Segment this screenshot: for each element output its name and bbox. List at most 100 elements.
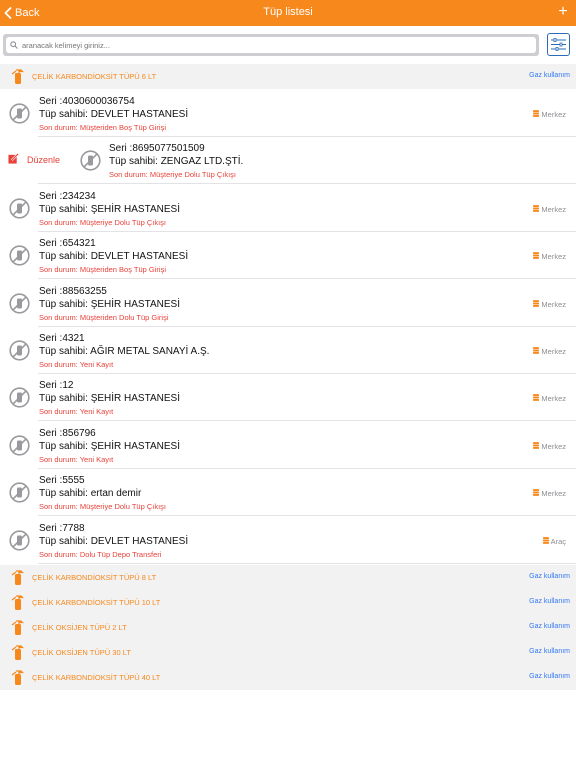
tube-owner: Tüp sahibi: ŞEHİR HASTANESİ	[39, 440, 180, 452]
tube-owner: Tüp sahibi: DEVLET HASTANESİ	[39, 251, 189, 263]
last-status: Son durum: Müşteriden Boş Tüp Girişi	[39, 123, 166, 132]
tube-owner: Tüp sahibi: ŞEHİR HASTANESİ	[39, 393, 180, 405]
cylinder-unavailable-icon	[9, 245, 30, 266]
search-icon	[10, 41, 18, 49]
location-badge: Merkez	[533, 442, 566, 451]
last-status: Son durum: Müşteriden Dolu Tüp Girişi	[39, 312, 169, 322]
gas-usage-link[interactable]: Gaz kullanım	[529, 673, 570, 680]
serial-number: Seri :7788	[39, 522, 85, 534]
location-badge: Merkez	[533, 489, 566, 498]
location-label: Merkez	[541, 252, 566, 262]
gas-usage-link[interactable]: Gaz kullanım	[529, 598, 570, 605]
tube-row[interactable]: Seri :88563255 Tüp sahibi: ŞEHİR HASTANES…	[0, 279, 576, 327]
last-status: Son durum: Müşteriye Dolu Tüp Çıkışı	[109, 170, 236, 180]
last-status: Son durum: Dolu Tüp Depo Transferi	[39, 549, 162, 559]
cylinder-unavailable-icon	[80, 150, 101, 171]
location-label: Merkez	[541, 299, 566, 309]
database-icon	[542, 536, 549, 546]
tube-row[interactable]: Seri :856796 Tüp sahibi: ŞEHİR HASTANESİ S…	[0, 421, 576, 469]
cylinder-unavailable-icon	[9, 482, 30, 503]
group-title: ÇELİK KARBONDİOKSİT TÜPÜ 8 LT	[32, 573, 157, 582]
serial-number: Seri :12	[39, 380, 74, 392]
tube-row[interactable]: Seri :12 Tüp sahibi: ŞEHİR HASTANESİ Son d…	[0, 374, 576, 422]
edit-label: Düzenle	[27, 155, 61, 166]
gas-usage-link[interactable]: Gaz kullanım	[529, 648, 570, 655]
search-bar	[0, 26, 576, 63]
database-icon	[533, 441, 540, 451]
fire-extinguisher-icon	[11, 670, 24, 685]
filter-button[interactable]	[547, 33, 570, 56]
location-label: Merkez	[541, 441, 566, 451]
tube-row[interactable]: Seri :654321 Tüp sahibi: DEVLET HASTANESİ…	[0, 232, 576, 280]
fire-extinguisher-icon	[11, 645, 24, 660]
group-header[interactable]: ÇELİK KARBONDİOKSİT TÜPÜ 10 LT Gaz kulla…	[0, 590, 576, 615]
last-status: Son durum: Müşteriye Dolu Tüp Çıkışı	[39, 217, 166, 227]
location-label: Merkez	[541, 394, 566, 404]
tube-row[interactable]: Düzenle Seri :8695077501509 Tüp sahibi: ZE…	[0, 137, 576, 185]
tube-owner: Tüp sahibi: DEVLET HASTANESİ	[39, 535, 189, 547]
navigation-bar: Back Tüp listesi +	[0, 0, 576, 26]
serial-number: Seri :5555	[39, 475, 85, 487]
fire-extinguisher-icon	[11, 620, 24, 635]
tube-owner: Tüp sahibi: ertan demir	[39, 488, 142, 500]
location-badge: Merkez	[533, 252, 566, 261]
cylinder-unavailable-icon	[9, 529, 30, 551]
page-title: Tüp listesi	[263, 6, 313, 18]
group-header[interactable]: ÇELİK OKSİJEN TÜPÜ 2 LT Gaz kullanım	[0, 615, 576, 640]
last-status: Son durum: Müşteriye Dolu Tüp Çıkışı	[39, 502, 166, 512]
gas-usage-link[interactable]: Gaz kullanım	[529, 72, 570, 79]
tube-owner: Tüp sahibi: ŞEHİR HASTANESİ	[39, 298, 180, 310]
sliders-icon	[551, 38, 566, 51]
last-status: Son durum: Yeni Kayıt	[39, 360, 114, 369]
serial-number: Seri :4030600036754	[39, 96, 135, 107]
tube-row[interactable]: Seri :234234 Tüp sahibi: ŞEHİR HASTANESİ S…	[0, 184, 576, 232]
last-status: Son durum: Müşteriden Boş Tüp Girişi	[39, 265, 166, 275]
location-badge: Merkez	[533, 394, 566, 403]
group-header[interactable]: ÇELİK KARBONDİOKSİT TÜPÜ 6 LT Gaz kullan…	[0, 64, 576, 89]
location-badge: Merkez	[533, 110, 566, 119]
gas-usage-link[interactable]: Gaz kullanım	[529, 573, 570, 580]
search-field-wrapper	[3, 34, 539, 56]
serial-number: Seri :8695077501509	[109, 143, 205, 155]
location-label: Araç	[550, 536, 566, 546]
search-input[interactable]	[22, 40, 536, 50]
location-label: Merkez	[541, 204, 566, 214]
last-status: Son durum: Yeni Kayıt	[39, 454, 114, 464]
serial-number: Seri :234234	[39, 190, 96, 202]
serial-number: Seri :654321	[39, 238, 96, 250]
cylinder-unavailable-icon	[9, 387, 30, 408]
fire-extinguisher-icon	[11, 595, 24, 610]
location-label: Merkez	[541, 347, 566, 356]
edit-icon	[8, 151, 19, 169]
last-status: Son durum: Yeni Kayıt	[39, 407, 114, 417]
group-title: ÇELİK KARBONDİOKSİT TÜPÜ 40 LT	[32, 673, 161, 682]
row-divider	[38, 562, 576, 564]
search-box	[6, 37, 536, 53]
tube-row[interactable]: Seri :4030600036754 Tüp sahibi: DEVLET HA…	[0, 90, 576, 137]
group-header[interactable]: ÇELİK KARBONDİOKSİT TÜPÜ 40 LT Gaz kulla…	[0, 665, 576, 690]
tube-owner: Tüp sahibi: ŞEHİR HASTANESİ	[39, 203, 180, 215]
serial-number: Seri :88563255	[39, 285, 107, 297]
database-icon	[533, 394, 540, 403]
database-icon	[533, 489, 540, 498]
location-label: Merkez	[541, 110, 566, 119]
add-button[interactable]: +	[556, 3, 570, 21]
group-title: ÇELİK OKSİJEN TÜPÜ 2 LT	[32, 623, 127, 632]
tube-owner: Tüp sahibi: AĞIR METAL SANAYİ A.Ş.	[39, 346, 210, 357]
serial-number: Seri :856796	[39, 427, 96, 439]
tube-row[interactable]: Seri :4321 Tüp sahibi: AĞIR METAL SANAYİ …	[0, 327, 576, 374]
location-badge: Merkez	[533, 300, 566, 309]
serial-number: Seri :4321	[39, 333, 85, 344]
tube-owner: Tüp sahibi: ZENGAZ LTD.ŞTİ.	[109, 156, 244, 168]
cylinder-unavailable-icon	[9, 292, 30, 314]
tube-row[interactable]: Seri :7788 Tüp sahibi: DEVLET HASTANESİ So…	[0, 516, 576, 564]
group-header[interactable]: ÇELİK OKSİJEN TÜPÜ 30 LT Gaz kullanım	[0, 640, 576, 665]
cylinder-unavailable-icon	[9, 435, 30, 456]
edit-action-button[interactable]: Düzenle	[0, 137, 76, 183]
cylinder-unavailable-icon	[9, 103, 30, 124]
gas-usage-link[interactable]: Gaz kullanım	[529, 623, 570, 630]
tube-row[interactable]: Seri :5555 Tüp sahibi: ertan demir Son dur…	[0, 469, 576, 517]
cylinder-unavailable-icon	[9, 198, 30, 219]
location-badge: Araç	[542, 536, 566, 546]
group-header[interactable]: ÇELİK KARBONDİOKSİT TÜPÜ 8 LT Gaz kullan…	[0, 565, 576, 590]
